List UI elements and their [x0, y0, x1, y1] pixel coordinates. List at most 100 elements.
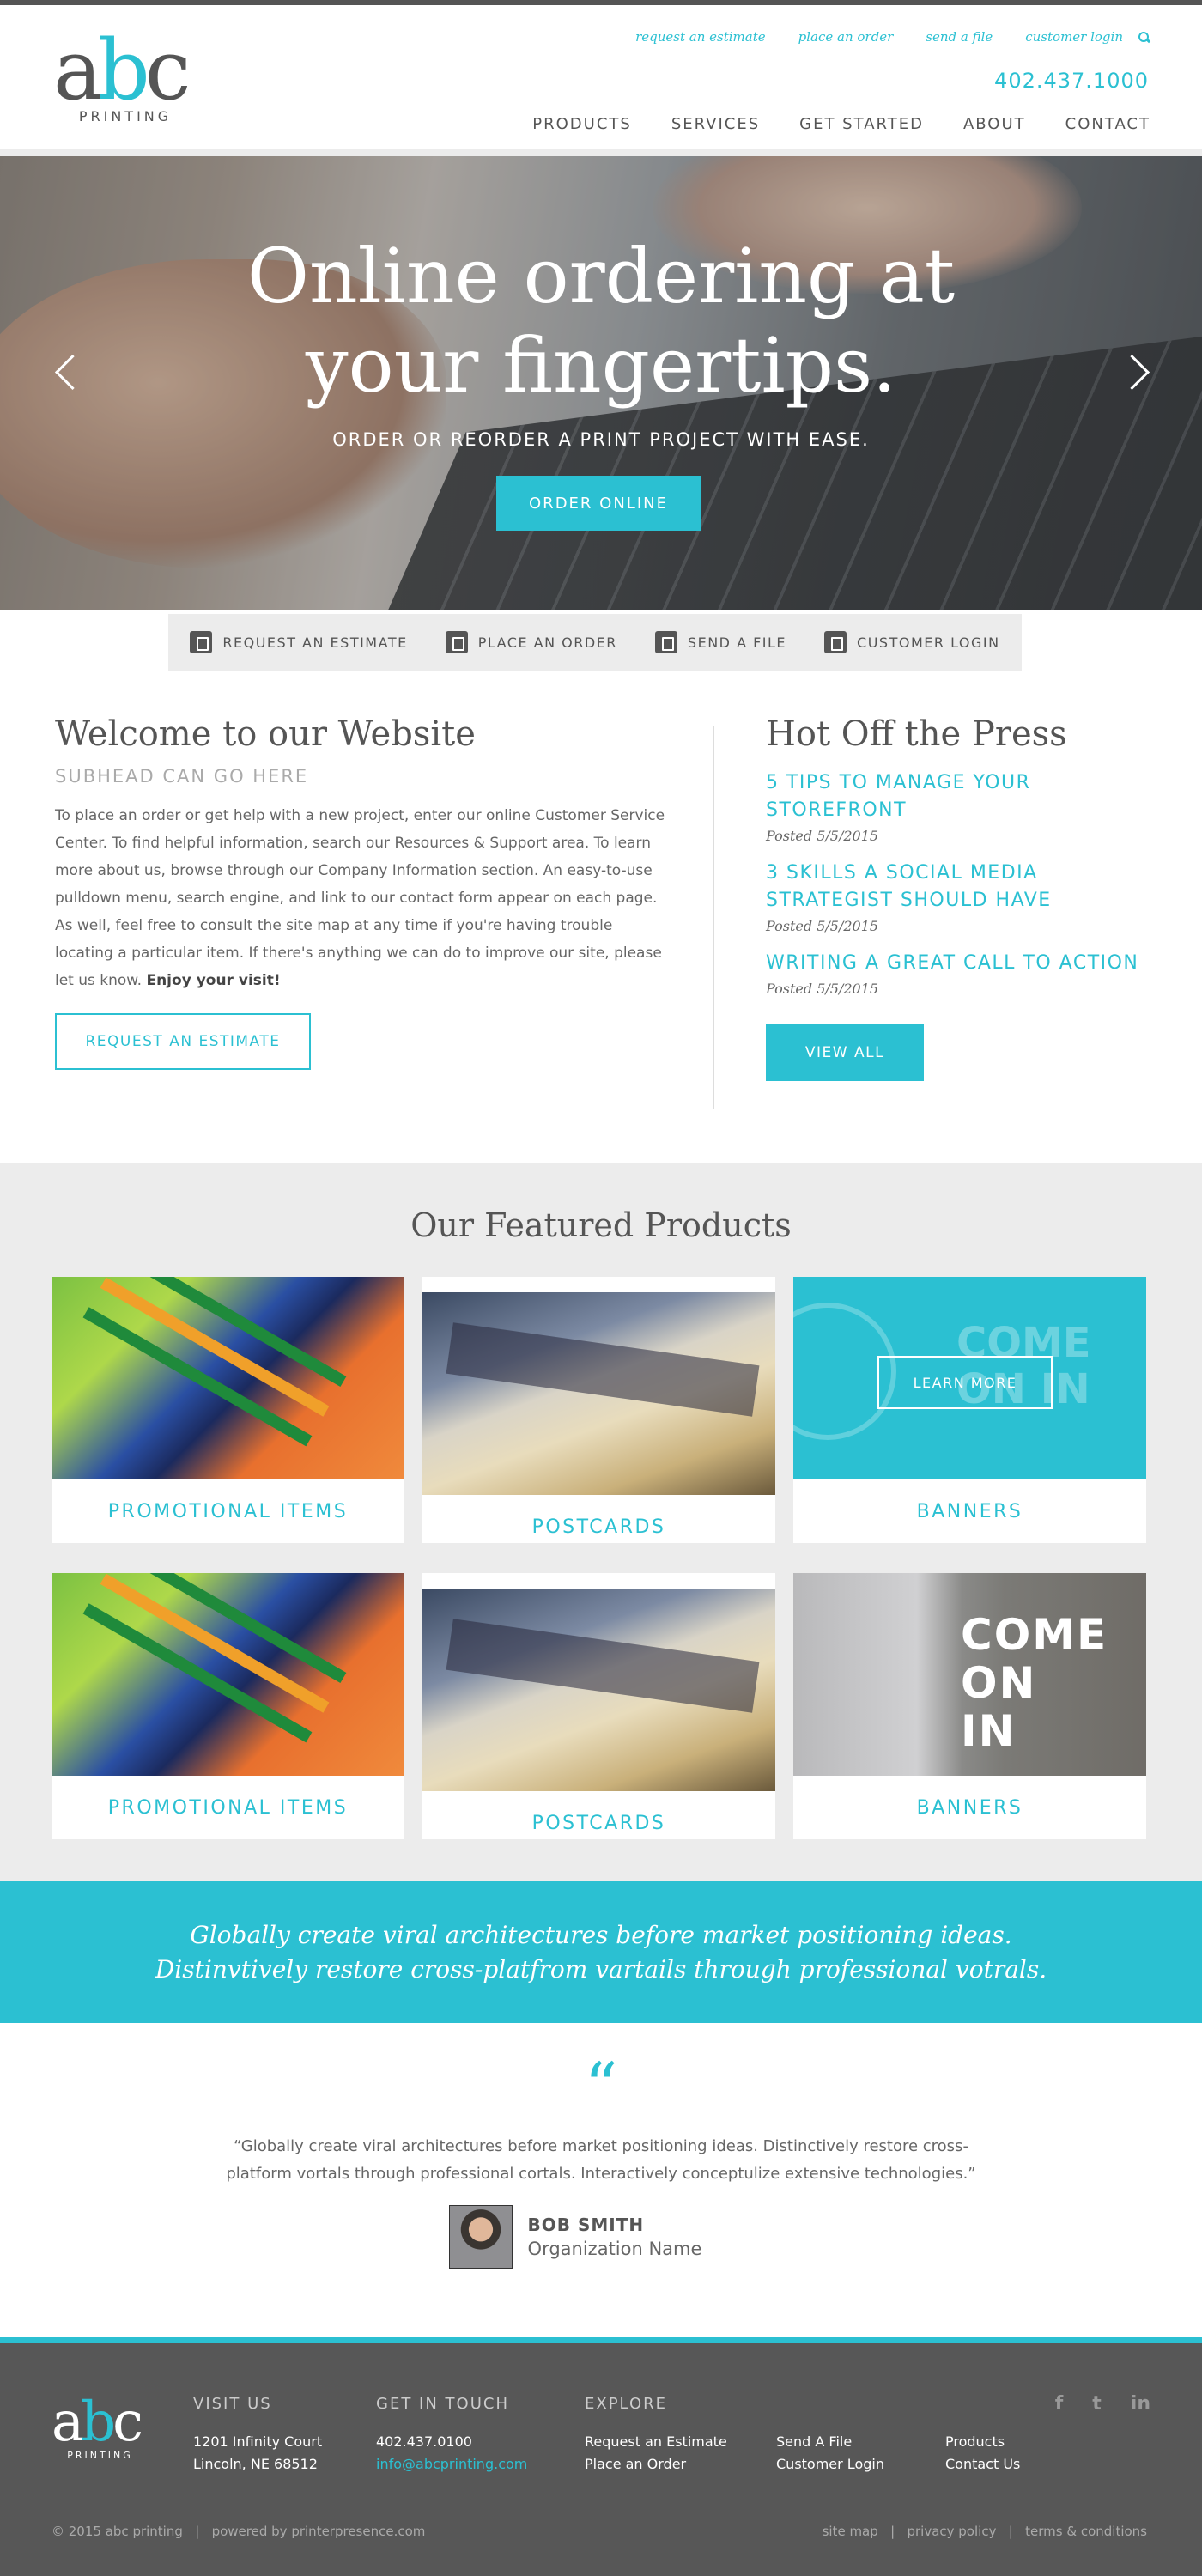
- product-card-postcards[interactable]: POSTCARDS: [422, 1573, 775, 1839]
- footer-link[interactable]: Customer Login: [776, 2453, 884, 2476]
- press-post-date: Posted 5/5/2015: [766, 828, 879, 844]
- terms-link[interactable]: terms & conditions: [1025, 2524, 1147, 2539]
- product-image: COME ON IN: [793, 1573, 1146, 1776]
- product-card-promotional[interactable]: PROMOTIONAL ITEMS: [52, 1573, 404, 1839]
- product-card-promotional[interactable]: PROMOTIONAL ITEMS: [52, 1277, 404, 1543]
- linkedin-icon[interactable]: in: [1131, 2393, 1150, 2415]
- request-estimate-button[interactable]: REQUEST AN ESTIMATE: [55, 1013, 311, 1070]
- welcome-title: Welcome to our Website: [55, 714, 476, 754]
- product-label: POSTCARDS: [531, 1516, 666, 1538]
- utility-nav: request an estimate place an order send …: [635, 29, 1150, 45]
- tagline-band: Globally create viral architectures befo…: [0, 1881, 1202, 2023]
- main-nav: PRODUCTS SERVICES GET STARTED ABOUT CONT…: [532, 115, 1150, 133]
- footer-link[interactable]: Send A File: [776, 2431, 884, 2453]
- footer-visit: VISIT US 1201 Infinity Court Lincoln, NE…: [193, 2395, 323, 2472]
- footer-link[interactable]: Contact Us: [945, 2453, 1020, 2476]
- order-online-button[interactable]: ORDER ONLINE: [496, 476, 701, 531]
- site-footer: abc PRINTING VISIT US 1201 Infinity Cour…: [0, 2343, 1202, 2576]
- press-post-title[interactable]: WRITING A GREAT CALL TO ACTION: [766, 952, 1138, 974]
- nav-contact[interactable]: CONTACT: [1065, 115, 1150, 133]
- lock-icon: [824, 631, 847, 653]
- product-image-hover: COME ON IN LEARN MORE: [793, 1277, 1146, 1479]
- author-organization: Organization Name: [527, 2239, 702, 2259]
- cart-icon: [445, 631, 468, 653]
- folder-icon: [654, 631, 677, 653]
- footer-email-link[interactable]: info@abcprinting.com: [376, 2456, 527, 2472]
- press-post-date: Posted 5/5/2015: [766, 918, 879, 934]
- banner-sign-text: COME ON IN: [961, 1610, 1108, 1756]
- nav-services[interactable]: SERVICES: [671, 115, 760, 133]
- featured-products-section: Our Featured Products PROMOTIONAL ITEMS …: [0, 1163, 1202, 1881]
- carousel-prev-arrow-icon[interactable]: [52, 354, 86, 388]
- product-card-banners[interactable]: COME ON IN BANNERS: [793, 1573, 1146, 1839]
- column-divider: [713, 726, 714, 1109]
- nav-about[interactable]: ABOUT: [963, 115, 1026, 133]
- product-image: [52, 1573, 404, 1776]
- header-divider: [0, 149, 1202, 156]
- quick-request-estimate[interactable]: REQUEST AN ESTIMATE: [190, 631, 407, 653]
- product-label: PROMOTIONAL ITEMS: [107, 1500, 349, 1522]
- footer-phone[interactable]: 402.437.0100: [376, 2431, 527, 2453]
- nav-get-started[interactable]: GET STARTED: [799, 115, 924, 133]
- footer-explore-col3: Products Contact Us: [945, 2431, 1020, 2476]
- press-post: 5 TIPS TO MANAGE YOUR STOREFRONT Posted …: [766, 769, 1161, 844]
- footer-legal-links: site map | privacy policy | terms & cond…: [822, 2524, 1147, 2539]
- product-label: PROMOTIONAL ITEMS: [107, 1796, 349, 1819]
- product-image: [422, 1292, 775, 1495]
- view-all-button[interactable]: VIEW ALL: [766, 1024, 924, 1081]
- product-label: BANNERS: [916, 1500, 1023, 1522]
- hero-subtitle: ORDER OR REORDER A PRINT PROJECT WITH EA…: [332, 429, 870, 450]
- product-card-postcards[interactable]: POSTCARDS: [422, 1277, 775, 1543]
- quote-mark-icon: “: [584, 2048, 618, 2124]
- testimonial-section: “ “Globally create viral architectures b…: [0, 2023, 1202, 2337]
- footer-explore: EXPLORE Request an Estimate Place an Ord…: [585, 2393, 727, 2476]
- press-post-date: Posted 5/5/2015: [766, 981, 879, 997]
- featured-title: Our Featured Products: [410, 1206, 792, 1244]
- util-send-file-link[interactable]: send a file: [926, 29, 993, 45]
- welcome-section: Welcome to our Website SUBHEAD CAN GO HE…: [55, 714, 673, 1070]
- carousel-next-arrow-icon[interactable]: [1118, 354, 1152, 388]
- footer-legal: © 2015 abc printing | powered by printer…: [52, 2524, 426, 2539]
- nav-products[interactable]: PRODUCTS: [532, 115, 632, 133]
- hero-title: Online ordering at your fingertips.: [246, 232, 956, 410]
- avatar: [448, 2205, 513, 2269]
- product-grid: PROMOTIONAL ITEMS POSTCARDS COME ON IN L…: [52, 1277, 1147, 1839]
- site-logo[interactable]: abc PRINTING: [53, 29, 191, 125]
- product-label: POSTCARDS: [531, 1812, 666, 1834]
- quick-place-order[interactable]: PLACE AN ORDER: [445, 631, 617, 653]
- testimonial-quote: “Globally create viral architectures bef…: [226, 2137, 976, 2183]
- util-request-estimate-link[interactable]: request an estimate: [635, 29, 766, 45]
- product-image: [52, 1277, 404, 1479]
- social-links: f t in: [1055, 2393, 1150, 2415]
- twitter-icon[interactable]: t: [1092, 2393, 1102, 2415]
- facebook-icon[interactable]: f: [1055, 2393, 1064, 2415]
- footer-logo[interactable]: abc PRINTING: [52, 2395, 143, 2461]
- privacy-policy-link[interactable]: privacy policy: [907, 2524, 996, 2539]
- footer-link[interactable]: Products: [945, 2431, 1020, 2453]
- press-section: Hot Off the Press 5 TIPS TO MANAGE YOUR …: [766, 714, 1161, 1081]
- header-phone[interactable]: 402.437.1000: [994, 69, 1149, 93]
- tagline-text: Globally create viral architectures befo…: [155, 1920, 1047, 1984]
- footer-link[interactable]: Place an Order: [585, 2453, 727, 2476]
- product-label: BANNERS: [916, 1796, 1023, 1819]
- footer-accent-rule: [0, 2337, 1202, 2343]
- footer-explore-col2: Send A File Customer Login: [776, 2431, 884, 2476]
- author-name: BOB SMITH: [527, 2215, 645, 2235]
- util-place-order-link[interactable]: place an order: [798, 29, 894, 45]
- footer-contact: GET IN TOUCH 402.437.0100 info@abcprinti…: [376, 2395, 528, 2472]
- site-map-link[interactable]: site map: [823, 2524, 878, 2539]
- search-icon[interactable]: [1138, 32, 1150, 44]
- powered-by-link[interactable]: printerpresence.com: [291, 2524, 425, 2539]
- quick-customer-login[interactable]: CUSTOMER LOGIN: [824, 631, 1000, 653]
- press-post-title[interactable]: 5 TIPS TO MANAGE YOUR STOREFRONT: [766, 772, 1030, 821]
- util-customer-login-link[interactable]: customer login: [1025, 29, 1123, 45]
- press-post-title[interactable]: 3 SKILLS A SOCIAL MEDIA STRATEGIST SHOUL…: [766, 862, 1052, 911]
- welcome-body: To place an order or get help with a new…: [55, 807, 665, 989]
- quick-send-file[interactable]: SEND A FILE: [654, 631, 786, 653]
- calculator-icon: [190, 631, 213, 653]
- footer-link[interactable]: Request an Estimate: [585, 2431, 727, 2453]
- site-header: abc PRINTING request an estimate place a…: [0, 5, 1202, 149]
- testimonial-author: BOB SMITH Organization Name: [0, 2205, 1202, 2269]
- product-card-banners[interactable]: COME ON IN LEARN MORE BANNERS: [793, 1277, 1146, 1543]
- learn-more-button[interactable]: LEARN MORE: [877, 1356, 1053, 1409]
